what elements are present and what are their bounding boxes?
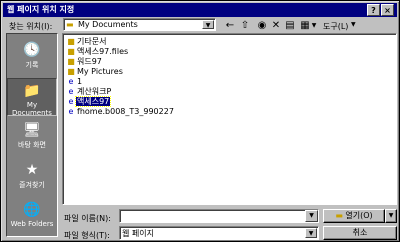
folder-icon: ■: [67, 67, 75, 76]
folder-icon: ■: [67, 37, 75, 46]
favorites-icon: ★: [25, 162, 39, 178]
folder-icon: ■: [67, 57, 75, 66]
web-page-icon: e: [68, 107, 74, 116]
list-item[interactable]: ■ 기타문서: [66, 37, 107, 47]
chevron-down-icon[interactable]: ▼: [305, 228, 317, 238]
views-dropdown-icon[interactable]: ▼: [310, 19, 318, 33]
tools-dropdown-icon[interactable]: ▼: [351, 21, 356, 28]
lookin-combo[interactable]: ▬ My Documents ▼: [63, 18, 216, 31]
filename-label: 파일 이름(N):: [64, 214, 111, 223]
up-folder-icon[interactable]: ⇧: [238, 19, 252, 33]
lookin-value: My Documents: [78, 20, 138, 29]
place-my-documents[interactable]: 📁 My Documents: [7, 78, 57, 117]
cancel-button[interactable]: 취소: [323, 226, 397, 240]
lookin-label: 찾는 위치(I):: [9, 22, 53, 31]
place-web-folders[interactable]: 🌐 Web Folders: [7, 198, 57, 236]
web-page-icon: e: [68, 77, 74, 86]
new-folder-icon[interactable]: ▤: [283, 19, 297, 33]
place-desktop[interactable]: 🖥 바탕 화면: [7, 118, 57, 156]
list-item[interactable]: ■ 워드97: [66, 57, 103, 67]
open-dialog: 웹 페이지 위치 지정 ? × 찾는 위치(I): ▬ My Documents…: [0, 0, 400, 242]
place-favorites[interactable]: ★ 즐겨찾기: [7, 158, 57, 196]
list-item[interactable]: e fhome.b008_T3_990227: [66, 107, 175, 117]
places-bar: 🕓 기록 📁 My Documents 🖥 바탕 화면 ★ 즐겨찾기 🌐 Web…: [6, 33, 58, 237]
dialog-title: 웹 페이지 위치 지정: [7, 5, 75, 14]
filetype-select[interactable]: 웹 페이지 ▼: [119, 226, 319, 240]
search-web-icon[interactable]: ◉: [255, 19, 269, 33]
web-folders-icon: 🌐: [23, 202, 41, 218]
list-item-selected[interactable]: e 액세스97: [66, 96, 112, 107]
web-page-icon: e: [68, 87, 74, 96]
list-item[interactable]: ■ 액세스97.files: [66, 47, 129, 57]
filename-dropdown-icon[interactable]: ▼: [305, 210, 318, 222]
desktop-icon: 🖥: [23, 122, 41, 138]
folder-icon: ▬: [66, 20, 74, 29]
title-bar: 웹 페이지 위치 지정 ? ×: [3, 3, 397, 17]
close-button[interactable]: ×: [381, 4, 394, 16]
delete-icon[interactable]: ✕: [269, 19, 283, 33]
web-page-icon: e: [68, 97, 74, 106]
open-dropdown-icon[interactable]: ▼: [385, 209, 397, 223]
filetype-label: 파일 형식(T):: [64, 231, 110, 240]
filetype-value: 웹 페이지: [122, 229, 154, 238]
chevron-down-icon[interactable]: ▼: [202, 20, 214, 29]
list-item[interactable]: e1: [66, 77, 83, 87]
folder-icon: ■: [67, 47, 75, 56]
tools-menu[interactable]: 도구(L): [323, 21, 348, 32]
back-icon[interactable]: ←: [223, 19, 237, 33]
history-icon: 🕓: [23, 42, 41, 58]
filename-input[interactable]: [119, 209, 319, 223]
help-button[interactable]: ?: [367, 4, 380, 16]
folder-icon: ▬: [335, 211, 343, 220]
list-item[interactable]: ■ My Pictures: [66, 67, 124, 77]
place-history[interactable]: 🕓 기록: [7, 38, 57, 76]
documents-icon: 📁: [23, 83, 41, 99]
list-item[interactable]: e 계산워크P: [66, 87, 112, 97]
open-button[interactable]: ▬ 열기(O): [323, 209, 385, 223]
file-list[interactable]: ■ 기타문서 ■ 액세스97.files ■ 워드97 ■ My Pictures e1…: [62, 33, 397, 205]
